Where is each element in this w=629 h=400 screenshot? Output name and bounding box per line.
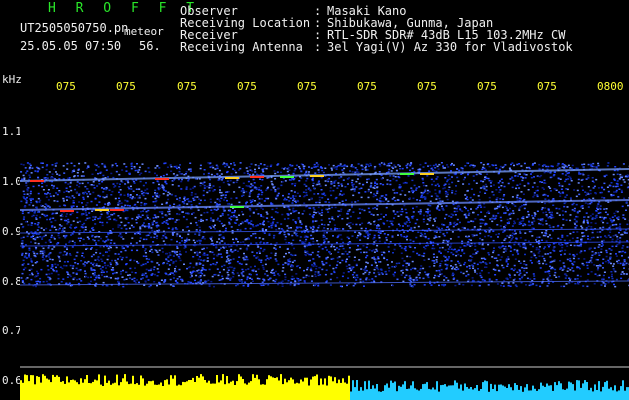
frequency-unit-label: kHz xyxy=(2,73,22,86)
echo-hotspot-3 xyxy=(225,177,239,179)
freq-label-0.7: 0.7 xyxy=(2,324,22,337)
echo-hotspot-2 xyxy=(155,178,169,180)
echo-hotspot-12 xyxy=(420,173,434,175)
echo-hotspot-10 xyxy=(60,210,74,212)
freq-label-1.1: 1.1 xyxy=(2,125,22,138)
freq-label-0.8: 0.8 xyxy=(2,275,22,288)
file-name: UT2505050750.pn xyxy=(20,21,129,35)
echo-hotspot-7 xyxy=(95,209,109,211)
echo-hotspot-8 xyxy=(110,209,124,211)
time-tick-7: 075 xyxy=(417,80,437,93)
echo-hotspot-4 xyxy=(250,176,264,178)
spectrogram-svg xyxy=(20,96,629,400)
spectrogram-plot xyxy=(20,96,629,400)
antenna-sep: : xyxy=(314,40,322,54)
time-tick-9: 075 xyxy=(537,80,557,93)
time-tick-3: 075 xyxy=(177,80,197,93)
capture-datetime: 25.05.05 07:50 xyxy=(20,39,122,53)
app-title: H R O F F T xyxy=(48,1,201,16)
echo-hotspot-11 xyxy=(400,173,414,175)
time-tick-2: 075 xyxy=(116,80,136,93)
time-tick-1: 075 xyxy=(56,80,76,93)
freq-label-0.9: 0.9 xyxy=(2,225,22,238)
echo-hotspot-5 xyxy=(280,176,294,178)
time-tick-4: 075 xyxy=(237,80,257,93)
echo-hotspot-1 xyxy=(30,180,44,182)
time-tick-6: 075 xyxy=(357,80,377,93)
freq-label-1.0: 1.0 xyxy=(2,175,22,188)
echo-hotspot-6 xyxy=(310,175,324,177)
echo-hotspot-9 xyxy=(230,206,244,208)
antenna-value: 3el Yagi(V) Az 330 for Vladivostok xyxy=(327,40,573,54)
freq-label-0.6: 0.6 xyxy=(2,374,22,387)
time-tick-8: 075 xyxy=(477,80,497,93)
time-tick-5: 075 xyxy=(297,80,317,93)
time-tick-10: 0800 xyxy=(597,80,624,93)
hrofft-screen: H R O F F T UT2505050750.pn meteor 25.05… xyxy=(0,0,629,400)
capture-seconds: 56. xyxy=(139,39,161,53)
antenna-label: Receiving Antenna xyxy=(180,40,303,54)
file-type-label: meteor xyxy=(124,25,164,38)
